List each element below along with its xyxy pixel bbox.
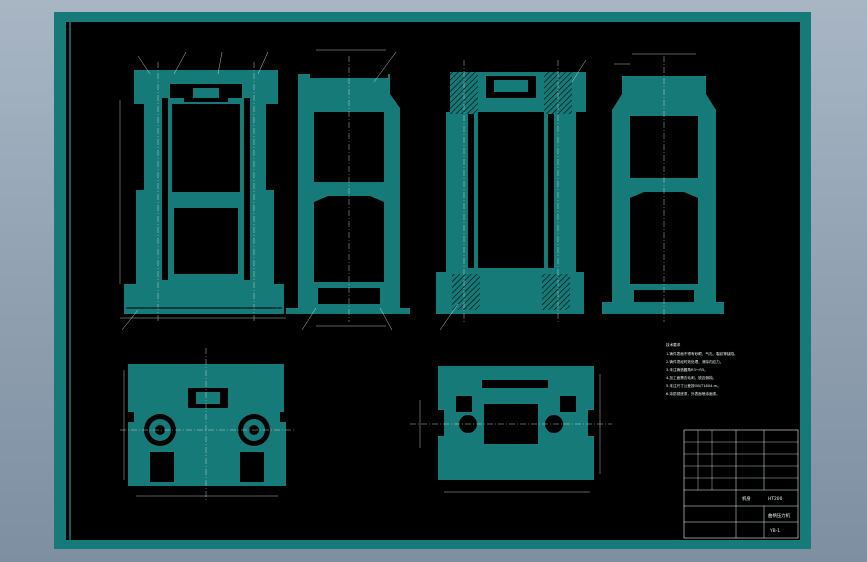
title-block: 机身 HT200 曲柄压力机 YB-1 [683, 429, 799, 539]
plan-view [120, 348, 294, 502]
note-line: 3.未注铸造圆角R3～R5。 [666, 367, 708, 372]
cad-drawing-canvas: 技术要求 1.铸件表面不得有砂眼、气孔、裂纹等缺陷。 2.铸件须经时效处理，消除… [64, 22, 800, 544]
note-line: 6.涂防锈底漆，外表面喷涂面漆。 [666, 391, 720, 396]
drawing-number: YB-1 [769, 528, 780, 534]
part-material: HT200 [768, 496, 783, 502]
note-line: 1.铸件表面不得有砂眼、气孔、裂纹等缺陷。 [666, 351, 738, 356]
notes-heading: 技术要求 [666, 342, 681, 347]
note-line: 4.加工面需去毛刺，锐边倒钝。 [666, 375, 716, 380]
drawing-sheet: 技术要求 1.铸件表面不得有砂眼、气孔、裂纹等缺陷。 2.铸件须经时效处理，消除… [54, 12, 811, 549]
note-line: 2.铸件须经时效处理，消除内应力。 [666, 359, 723, 364]
drawing-title: 曲柄压力机 [768, 512, 791, 519]
note-line: 5.未注尺寸公差按GB/T1804-m。 [666, 383, 721, 388]
part-name: 机身 [742, 495, 751, 502]
